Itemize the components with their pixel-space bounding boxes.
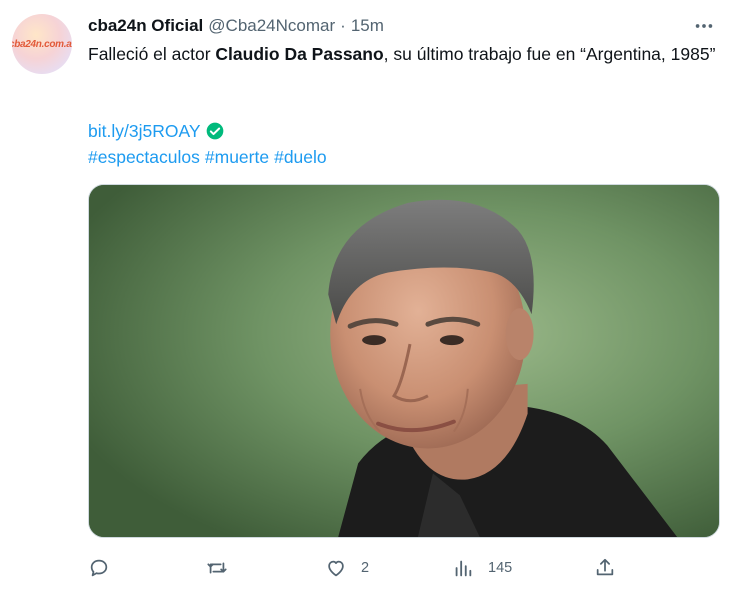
author-avatar[interactable]: cba24n.com.ar [12, 14, 72, 74]
retweet-icon [207, 562, 227, 574]
header-separator: · [340, 16, 346, 35]
tweet-text: Falleció el actor Claudio Da Passano, su… [88, 42, 718, 67]
views-button[interactable]: 145 [452, 553, 512, 583]
share-button[interactable] [594, 553, 616, 583]
tweet-short-link[interactable]: bit.ly/3j5ROAY [88, 121, 201, 142]
hashtag-muerte[interactable]: #muerte [205, 147, 269, 168]
tweet-timestamp[interactable]: 15m [351, 16, 384, 36]
reply-button[interactable] [88, 553, 124, 583]
share-icon [596, 558, 614, 576]
heart-icon [328, 560, 344, 577]
tweet-action-bar: 2 145 [88, 553, 718, 583]
like-button[interactable]: 2 [325, 553, 369, 583]
tweet-text-bold-name: Claudio Da Passano [215, 44, 384, 64]
reply-icon [90, 559, 108, 577]
retweet-button[interactable] [206, 553, 242, 583]
tweet-text-end: , su último trabajo fue en “Argentina, 1… [383, 44, 716, 64]
tweet-link-line: bit.ly/3j5ROAY [88, 118, 225, 144]
tweet-photo[interactable] [88, 184, 720, 538]
hashtag-line: #espectaculos #muerte #duelo [88, 144, 332, 170]
avatar-logo-text: cba24n.com.ar [12, 38, 72, 50]
hashtag-duelo[interactable]: #duelo [274, 147, 327, 168]
verified-check-icon [206, 122, 223, 140]
author-name[interactable]: cba24n Oficial [88, 16, 203, 36]
views-count: 145 [488, 560, 513, 576]
like-count: 2 [361, 560, 370, 576]
analytics-icon [455, 560, 472, 577]
portrait-illustration [89, 185, 719, 537]
more-horizontal-icon [695, 24, 713, 28]
tweet-header: cba24n Oficial @Cba24Ncomar · 15m [88, 14, 718, 38]
tweet-text-start: Falleció el actor [88, 44, 216, 64]
more-options-button[interactable] [690, 14, 718, 38]
author-handle[interactable]: @Cba24Ncomar [208, 16, 335, 36]
hashtag-espectaculos[interactable]: #espectaculos [88, 147, 200, 168]
